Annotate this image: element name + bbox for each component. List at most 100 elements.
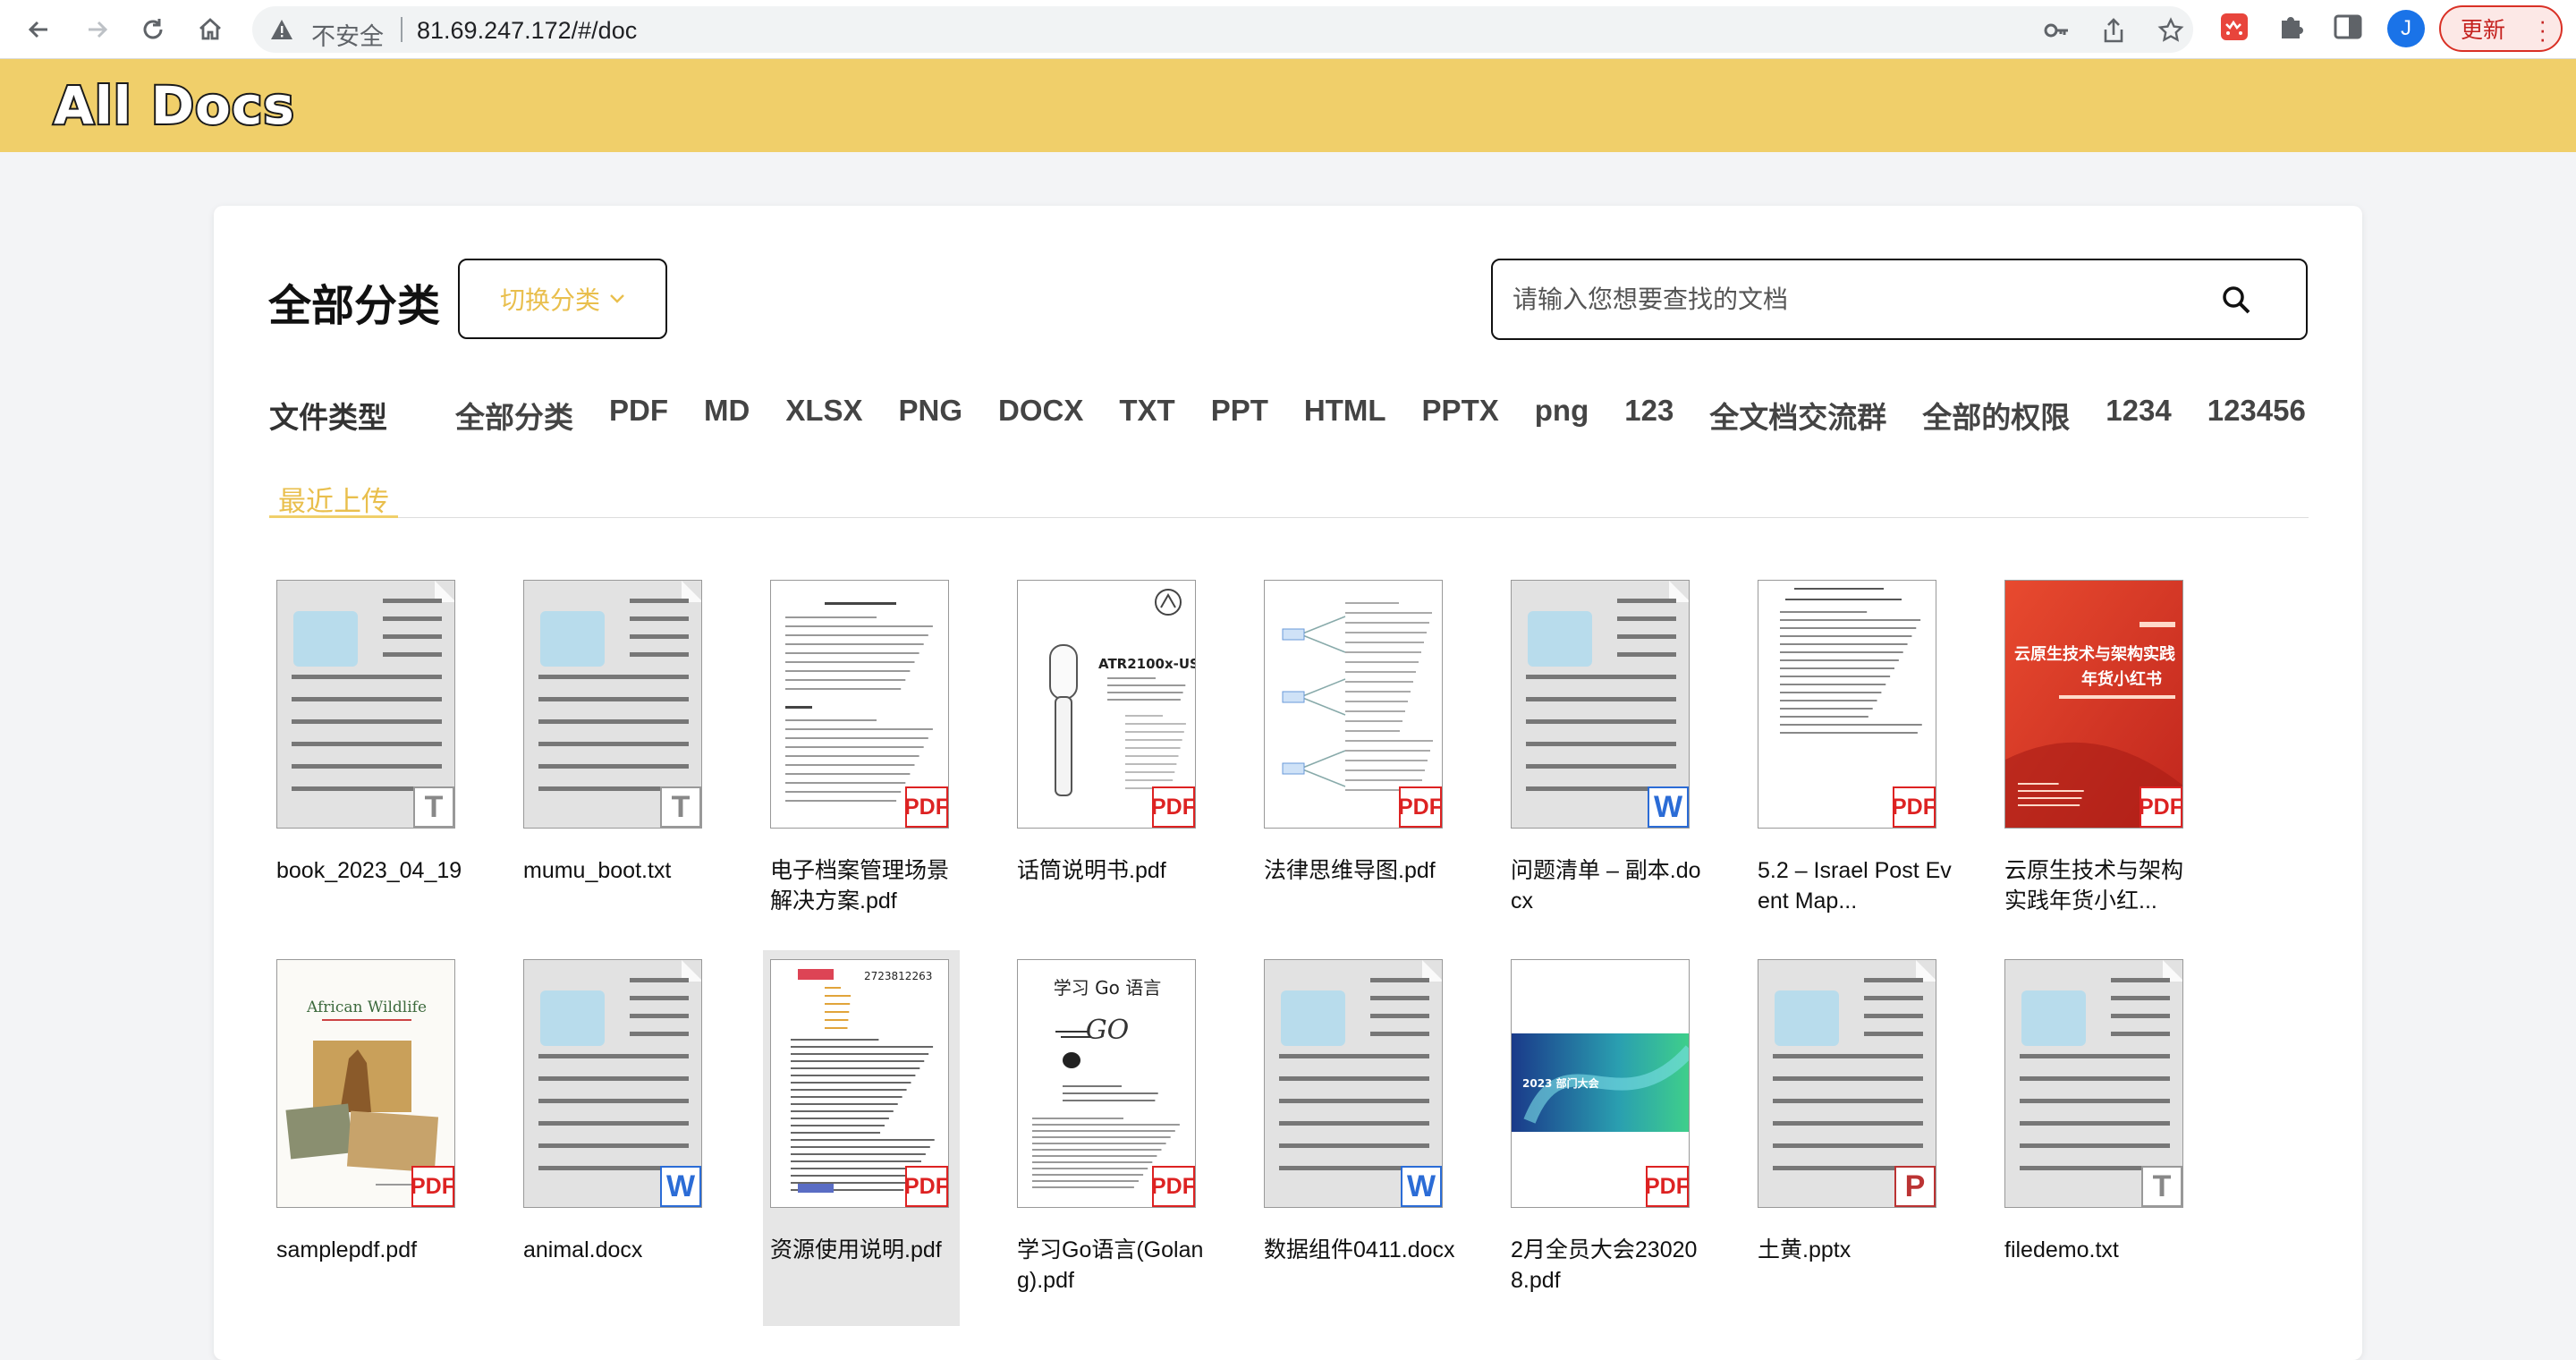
document-thumbnail[interactable]: W	[523, 959, 702, 1208]
home-icon[interactable]	[191, 11, 229, 48]
document-name[interactable]: 法律思维导图.pdf	[1264, 855, 1459, 886]
file-type-item[interactable]: 123456	[2207, 394, 2306, 437]
file-type-item[interactable]: XLSX	[785, 394, 862, 437]
document-card[interactable]: Tmumu_boot.txt	[516, 571, 713, 947]
insecure-label: 不安全	[311, 23, 384, 50]
back-icon[interactable]	[20, 11, 57, 48]
profile-avatar[interactable]: J	[2387, 10, 2425, 47]
category-title: 全部分类	[268, 283, 441, 330]
document-name[interactable]: 电子档案管理场景解决方案.pdf	[770, 855, 965, 916]
document-card[interactable]: PDF 法律思维导图.pdf	[1257, 571, 1453, 947]
svg-text:African Wildlife: African Wildlife	[306, 999, 427, 1016]
file-type-item[interactable]: PNG	[899, 394, 963, 437]
file-type-badge-icon: PDF	[1892, 786, 1936, 828]
document-thumbnail[interactable]: 学习 Go 语言 GO PDF	[1017, 959, 1196, 1208]
document-card[interactable]: ATR2100x-USB PDF话筒说明书.pdf	[1010, 571, 1207, 947]
file-type-item[interactable]: DOCX	[998, 394, 1083, 437]
svg-text:2023 部门大会: 2023 部门大会	[1522, 1076, 1600, 1090]
file-type-item[interactable]: png	[1535, 394, 1589, 437]
file-type-badge-icon: PDF	[411, 1166, 454, 1207]
document-name[interactable]: 5.2 – Israel Post Event Map...	[1758, 855, 1953, 916]
document-card[interactable]: 云原生技术与架构实践 年货小红书 PDF 云原生技术与架构实践年货小红...	[1997, 571, 2194, 947]
document-name[interactable]: animal.docx	[523, 1235, 718, 1265]
file-type-item[interactable]: PDF	[609, 394, 668, 437]
document-card[interactable]: 2023 部门大会 PDF 2月全员大会230208.pdf	[1504, 950, 1700, 1326]
document-card[interactable]: W 数据组件0411.docx	[1257, 950, 1455, 1326]
document-name[interactable]: 云原生技术与架构实践年货小红...	[2004, 855, 2199, 916]
document-thumbnail[interactable]: 2023 部门大会 PDF	[1511, 959, 1690, 1208]
file-type-item[interactable]: 全部的权限	[1922, 394, 2070, 437]
document-thumbnail[interactable]: T	[2004, 959, 2183, 1208]
document-thumbnail[interactable]: 云原生技术与架构实践 年货小红书 PDF	[2004, 580, 2183, 829]
document-name[interactable]: mumu_boot.txt	[523, 855, 718, 886]
switch-category-label: 切换分类	[499, 286, 600, 314]
bookmark-star-icon[interactable]	[2157, 17, 2184, 44]
svg-text:云原生技术与架构实践: 云原生技术与架构实践	[2014, 644, 2175, 664]
side-panel-icon[interactable]	[2333, 12, 2363, 42]
document-card[interactable]: PDF 5.2 – Israel Post Event Map...	[1750, 571, 1952, 947]
document-thumbnail[interactable]: PDF	[1264, 580, 1443, 829]
document-thumbnail[interactable]: ATR2100x-USB PDF	[1017, 580, 1196, 829]
document-name[interactable]: 话筒说明书.pdf	[1017, 855, 1212, 886]
document-card[interactable]: African Wildlife PDF samplepdf.pdf	[269, 950, 466, 1326]
document-card[interactable]: Wanimal.docx	[516, 950, 713, 1326]
file-type-item[interactable]: TXT	[1119, 394, 1174, 437]
site-logo[interactable]: All Docs	[52, 73, 296, 138]
document-card[interactable]: 学习 Go 语言 GO PDF 学习Go语言(Golang).pdf	[1010, 950, 1207, 1326]
docs-panel: 全部分类 切换分类 文件类型 全部分类PDFMDXLSXPNGDOCXTXTPP…	[214, 206, 2362, 1360]
document-thumbnail[interactable]: P	[1758, 959, 1936, 1208]
document-name[interactable]: 问题清单 – 副本.docx	[1511, 855, 1706, 916]
document-name[interactable]: 数据组件0411.docx	[1264, 1235, 1459, 1265]
tab-recent-uploads[interactable]: 最近上传	[269, 479, 398, 518]
extension-app-icon[interactable]	[2219, 12, 2250, 42]
switch-category-button[interactable]: 切换分类	[458, 259, 667, 339]
document-thumbnail[interactable]: 2723812263 PDF	[770, 959, 949, 1208]
document-name[interactable]: book_2023_04_19	[276, 855, 471, 886]
document-card[interactable]: P 土黄.pptx	[1750, 950, 1947, 1326]
document-name[interactable]: 资源使用说明.pdf	[770, 1235, 965, 1265]
file-type-item[interactable]: 123	[1624, 394, 1674, 437]
document-thumbnail[interactable]: W	[1264, 959, 1443, 1208]
document-name[interactable]: 学习Go语言(Golang).pdf	[1017, 1235, 1212, 1296]
update-button[interactable]: 更新 · · ·	[2439, 5, 2563, 52]
document-card[interactable]: Tbook_2023_04_19	[269, 571, 466, 947]
document-thumbnail[interactable]: African Wildlife PDF	[276, 959, 455, 1208]
document-card[interactable]: Tfiledemo.txt	[1997, 950, 2194, 1326]
address-bar[interactable]: 不安全 81.69.247.172/#/doc	[252, 6, 2193, 53]
file-type-badge-icon: P	[1894, 1166, 1936, 1207]
document-name[interactable]: 土黄.pptx	[1758, 1235, 1953, 1265]
file-type-badge-icon: PDF	[904, 786, 948, 828]
document-name[interactable]: filedemo.txt	[2004, 1235, 2199, 1265]
document-card[interactable]: 2723812263 PDF 资源使用说明.pdf	[763, 950, 960, 1326]
document-name[interactable]: samplepdf.pdf	[276, 1235, 471, 1265]
file-type-item[interactable]: 1234	[2106, 394, 2171, 437]
search-icon[interactable]	[2220, 284, 2252, 320]
document-thumbnail[interactable]: PDF	[1758, 580, 1936, 829]
url-text[interactable]: 81.69.247.172/#/doc	[417, 17, 637, 45]
extensions-puzzle-icon[interactable]	[2276, 12, 2307, 42]
file-type-item[interactable]: MD	[704, 394, 750, 437]
reload-icon[interactable]	[134, 11, 172, 48]
document-name[interactable]: 2月全员大会230208.pdf	[1511, 1235, 1706, 1296]
svg-text:学习 Go 语言: 学习 Go 语言	[1054, 977, 1161, 999]
document-thumbnail[interactable]: W	[1511, 580, 1690, 829]
file-type-item[interactable]: PPTX	[1422, 394, 1499, 437]
chevron-down-icon	[610, 294, 624, 303]
document-thumbnail[interactable]: T	[276, 580, 455, 829]
key-icon[interactable]	[2043, 17, 2070, 44]
document-card[interactable]: W 问题清单 – 副本.docx	[1504, 571, 1701, 947]
svg-text:GO: GO	[1086, 1015, 1130, 1046]
search-input[interactable]	[1513, 278, 2210, 321]
document-card[interactable]: PDF 电子档案管理场景解决方案.pdf	[763, 571, 960, 947]
file-type-item[interactable]: HTML	[1304, 394, 1386, 437]
file-type-item[interactable]: PPT	[1211, 394, 1268, 437]
file-type-badge-icon: T	[2141, 1166, 2182, 1207]
file-type-item[interactable]: 全文档交流群	[1709, 394, 1886, 437]
file-type-item[interactable]: 全部分类	[455, 394, 573, 437]
document-thumbnail[interactable]: PDF	[770, 580, 949, 829]
forward-icon[interactable]	[79, 11, 116, 48]
svg-text:年货小红书: 年货小红书	[2081, 669, 2162, 689]
document-thumbnail[interactable]: T	[523, 580, 702, 829]
url-separator	[401, 17, 402, 42]
share-icon[interactable]	[2100, 17, 2127, 44]
